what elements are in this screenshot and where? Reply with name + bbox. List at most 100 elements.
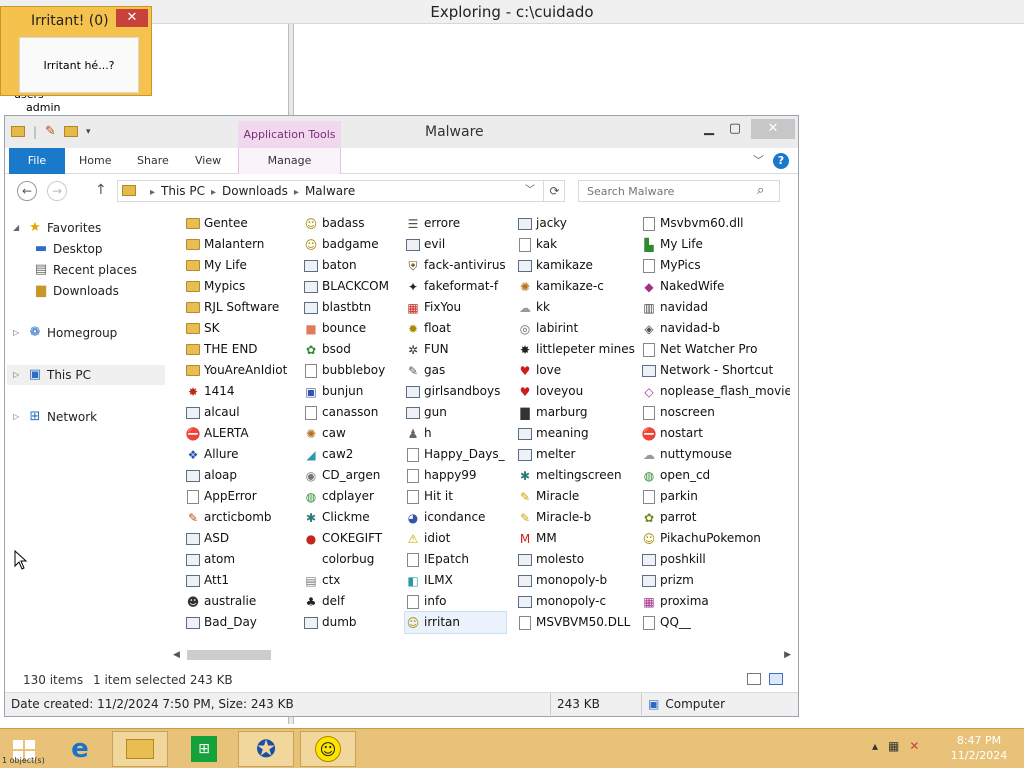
- file-item[interactable]: poshkill: [641, 549, 790, 570]
- file-item[interactable]: meaning: [517, 423, 635, 444]
- horizontal-scrollbar[interactable]: ◀ ▶: [173, 648, 793, 662]
- file-item[interactable]: dumb: [303, 612, 389, 633]
- file-item[interactable]: melter: [517, 444, 635, 465]
- file-item[interactable]: baton: [303, 255, 389, 276]
- file-item[interactable]: ◉ CD_argen: [303, 465, 389, 486]
- large-icons-view-icon[interactable]: [769, 673, 783, 685]
- file-item[interactable]: ✿ bsod: [303, 339, 389, 360]
- file-item[interactable]: ✦ fakeformat-f: [405, 276, 506, 297]
- tab-view[interactable]: View: [195, 148, 221, 174]
- file-item[interactable]: parkin: [641, 486, 790, 507]
- nav-recent-places[interactable]: ▤ Recent places: [33, 260, 137, 280]
- file-item[interactable]: ■ bounce: [303, 318, 389, 339]
- file-item[interactable]: ♥ love: [517, 360, 635, 381]
- file-item[interactable]: ☺ badass: [303, 213, 389, 234]
- minimize-button[interactable]: ▁: [695, 119, 723, 139]
- help-icon[interactable]: ?: [773, 153, 789, 169]
- file-item[interactable]: ☰ errore: [405, 213, 506, 234]
- file-item[interactable]: ✱ Clickme: [303, 507, 389, 528]
- file-item[interactable]: ◇ noplease_flash_movie: [641, 381, 790, 402]
- file-item[interactable]: kak: [517, 234, 635, 255]
- file-item[interactable]: colorbug: [303, 549, 389, 570]
- breadcrumb-malware[interactable]: Malware: [305, 184, 355, 198]
- file-item[interactable]: jacky: [517, 213, 635, 234]
- breadcrumb-this-pc[interactable]: This PC: [161, 184, 205, 198]
- system-clock[interactable]: 8:47 PM 11/2/2024: [940, 733, 1018, 763]
- file-item[interactable]: ✱ meltingscreen: [517, 465, 635, 486]
- file-item[interactable]: ☺ badgame: [303, 234, 389, 255]
- address-history-dropdown-icon[interactable]: ﹀: [525, 181, 535, 201]
- chevron-right-icon[interactable]: ▸: [288, 187, 305, 198]
- up-button[interactable]: ↑: [95, 182, 107, 198]
- nav-desktop[interactable]: ▬ Desktop: [33, 239, 103, 259]
- file-item[interactable]: blastbtn: [303, 297, 389, 318]
- file-item[interactable]: Mypics: [185, 276, 287, 297]
- tab-file[interactable]: File: [9, 148, 65, 174]
- nav-network[interactable]: ▷ ⊞ Network: [13, 407, 97, 427]
- file-item[interactable]: ✸ littlepeter mines: [517, 339, 635, 360]
- nav-homegroup[interactable]: ▷ ❁ Homegroup: [13, 323, 117, 343]
- file-item[interactable]: YouAreAnIdiot: [185, 360, 287, 381]
- tab-manage[interactable]: Manage: [238, 148, 341, 174]
- back-button[interactable]: ←: [17, 181, 37, 201]
- file-item[interactable]: ▙ My Life: [641, 234, 790, 255]
- irritant-close-button[interactable]: ✕: [116, 9, 148, 27]
- new-folder-icon[interactable]: [63, 126, 78, 137]
- file-item[interactable]: RJL Software: [185, 297, 287, 318]
- file-item[interactable]: ☻ australie: [185, 591, 287, 612]
- file-item[interactable]: ◢ caw2: [303, 444, 389, 465]
- nav-this-pc[interactable]: ▷ ▣ This PC: [7, 365, 165, 385]
- nav-downloads[interactable]: ▆ Downloads: [33, 281, 119, 301]
- file-item[interactable]: Gentee: [185, 213, 287, 234]
- taskbar-file-explorer[interactable]: [112, 731, 168, 767]
- file-item[interactable]: ☁ nuttymouse: [641, 444, 790, 465]
- customize-toolbar-icon[interactable]: ▾: [86, 127, 91, 137]
- file-item[interactable]: ✸ 1414: [185, 381, 287, 402]
- file-item[interactable]: Happy_Days_: [405, 444, 506, 465]
- file-item[interactable]: Hit it: [405, 486, 506, 507]
- file-item[interactable]: ▦ proxima: [641, 591, 790, 612]
- file-item[interactable]: ⛨ fack-antivirus: [405, 255, 505, 276]
- file-item[interactable]: MyPics: [641, 255, 790, 276]
- scroll-left-arrow-icon[interactable]: ◀: [173, 648, 180, 662]
- file-item[interactable]: AppError: [185, 486, 287, 507]
- file-item[interactable]: ● COKEGIFT: [303, 528, 389, 549]
- file-item[interactable]: ◆ NakedWife: [641, 276, 790, 297]
- collapsed-arrow-icon[interactable]: ▷: [13, 365, 23, 385]
- file-item[interactable]: ▥ navidad: [641, 297, 790, 318]
- file-item[interactable]: atom: [185, 549, 287, 570]
- file-item[interactable]: bubbleboy: [303, 360, 389, 381]
- taskbar-internet-explorer[interactable]: e: [52, 731, 108, 767]
- file-item[interactable]: aloap: [185, 465, 287, 486]
- file-item[interactable]: prizm: [641, 570, 790, 591]
- file-item[interactable]: gun: [405, 402, 506, 423]
- file-item[interactable]: ✺ kamikaze-c: [517, 276, 635, 297]
- file-item[interactable]: ▣ bunjun: [303, 381, 389, 402]
- network-status-icon[interactable]: ▦: [888, 739, 899, 753]
- tree-item-admin[interactable]: admin: [4, 101, 60, 114]
- taskbar-store[interactable]: ⊞: [176, 731, 232, 767]
- forward-button[interactable]: →: [47, 181, 67, 201]
- file-item[interactable]: ◍ open_cd: [641, 465, 790, 486]
- details-view-icon[interactable]: [747, 673, 761, 685]
- nav-favorites[interactable]: ◢ ★ Favorites: [13, 218, 101, 238]
- file-item[interactable]: Att1: [185, 570, 287, 591]
- file-item[interactable]: kamikaze: [517, 255, 635, 276]
- file-item[interactable]: ☺ PikachuPokemon: [641, 528, 790, 549]
- file-item[interactable]: monopoly-c: [517, 591, 635, 612]
- scroll-right-arrow-icon[interactable]: ▶: [784, 648, 791, 662]
- file-item[interactable]: Network - Shortcut: [641, 360, 790, 381]
- file-item[interactable]: canasson: [303, 402, 389, 423]
- chevron-right-icon[interactable]: ▸: [205, 187, 222, 198]
- file-item[interactable]: M MM: [517, 528, 635, 549]
- tab-share[interactable]: Share: [137, 148, 169, 174]
- scrollbar-thumb[interactable]: [187, 650, 271, 660]
- file-item[interactable]: ♥ loveyou: [517, 381, 635, 402]
- tab-home[interactable]: Home: [79, 148, 111, 174]
- taskbar-duck-app[interactable]: ✪: [238, 731, 294, 767]
- file-item[interactable]: ⛔ ALERTA: [185, 423, 287, 444]
- search-icon[interactable]: ⌕: [757, 183, 764, 198]
- properties-icon[interactable]: ✎: [45, 124, 56, 139]
- close-button[interactable]: ✕: [751, 119, 795, 139]
- refresh-button[interactable]: ⟳: [543, 181, 565, 201]
